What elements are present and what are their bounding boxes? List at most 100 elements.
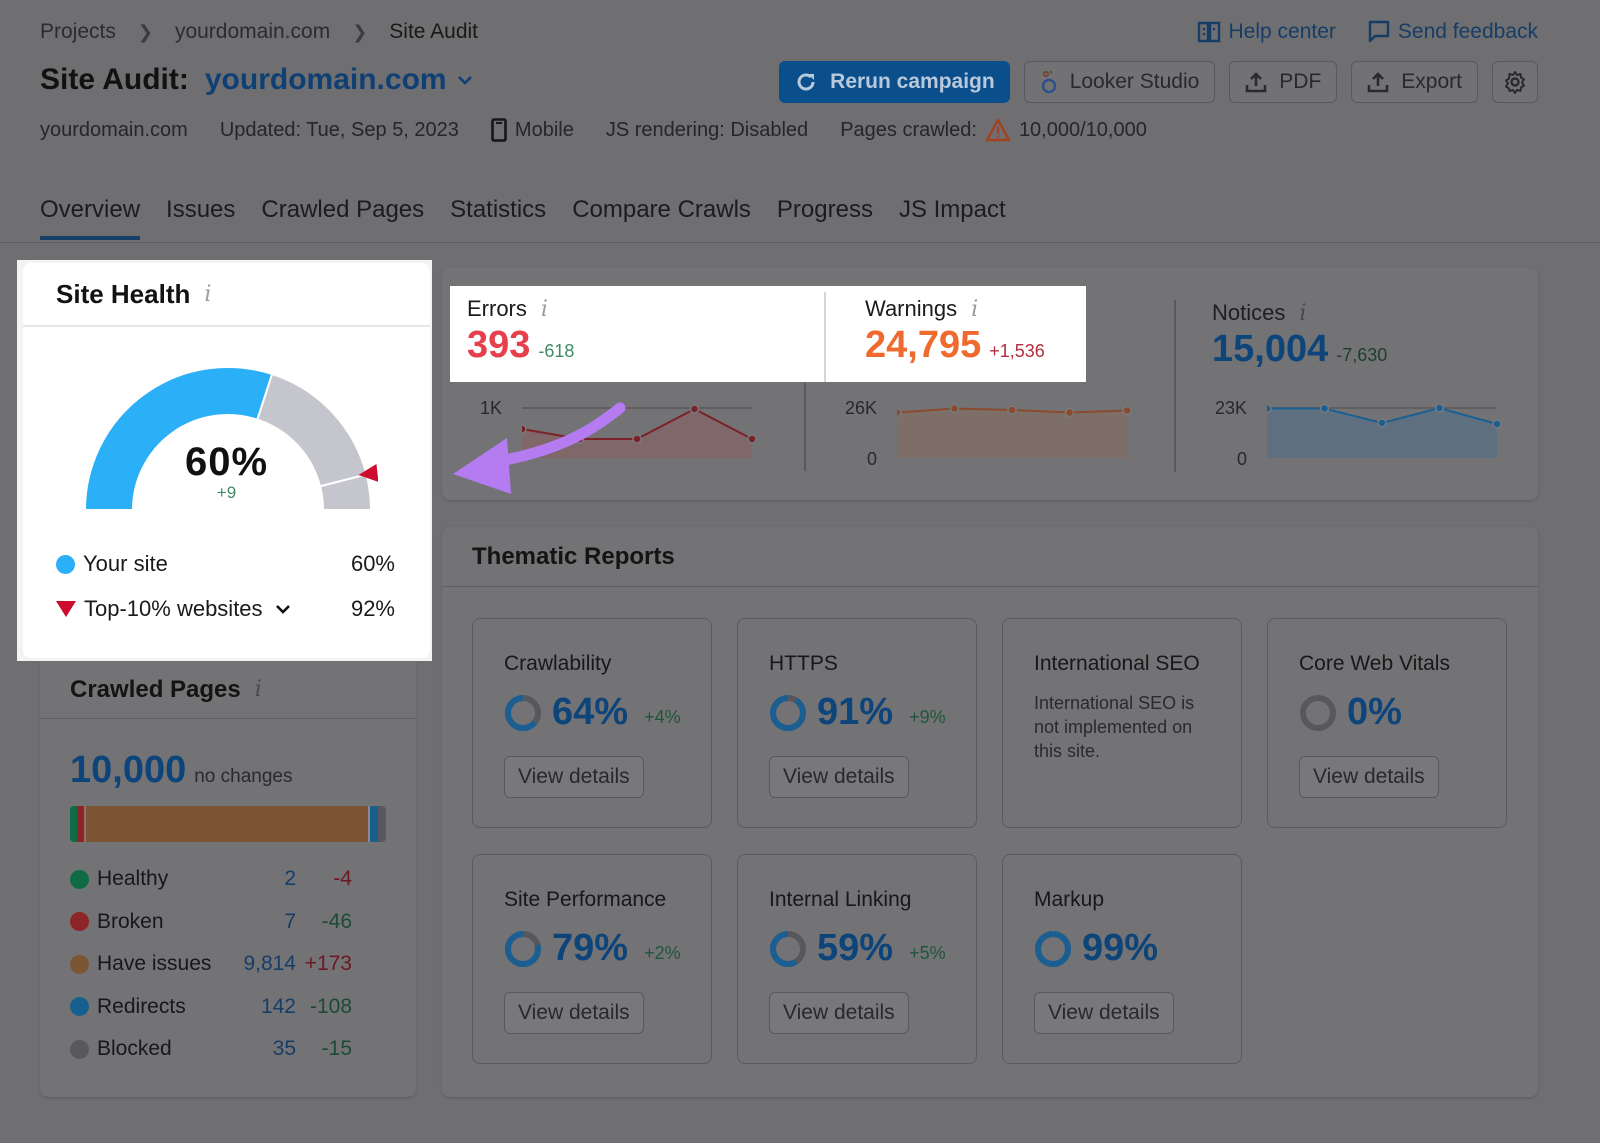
report-name: Markup — [1034, 888, 1105, 911]
settings-button[interactable] — [1492, 61, 1538, 103]
warnings-metric[interactable]: Warnings i 24,795 +1,536 — [865, 296, 1045, 367]
notices-sparkline-point[interactable] — [1434, 403, 1445, 413]
errors-delta: -618 — [538, 341, 575, 361]
bar-segment-healthy — [70, 806, 77, 842]
errors-metric[interactable]: Errors i 393 -618 — [467, 296, 574, 367]
export-button[interactable]: Export — [1351, 61, 1478, 103]
report-score-change: +2% — [644, 943, 681, 963]
row-label: Broken — [97, 909, 164, 933]
legend-label: Your site — [83, 551, 168, 576]
view-details-button[interactable]: View details — [769, 992, 909, 1034]
report-score-change: +9% — [909, 707, 946, 727]
warnings-sparkline-point[interactable] — [1064, 407, 1075, 418]
mobile-device-icon — [491, 118, 507, 142]
tab-bar: Overview Issues Crawled Pages Statistics… — [40, 196, 1006, 240]
legend-your-site: Your site 60% — [56, 551, 395, 577]
tabs-divider — [0, 242, 1600, 243]
tab-js-impact[interactable]: JS Impact — [899, 196, 1006, 238]
view-details-button[interactable]: View details — [504, 756, 644, 798]
status-dot-icon — [70, 869, 89, 889]
errors-sparkline-point[interactable] — [747, 434, 757, 444]
view-details-button[interactable]: View details — [1034, 992, 1174, 1034]
breadcrumb-projects[interactable]: Projects — [40, 20, 116, 44]
report-description: International SEO is not implemented on … — [1034, 693, 1195, 761]
tab-statistics[interactable]: Statistics — [450, 196, 546, 238]
view-details-button[interactable]: View details — [504, 992, 644, 1034]
legend-top10[interactable]: Top-10% websites 92% — [56, 596, 395, 622]
pdf-button[interactable]: PDF — [1229, 61, 1338, 103]
warnings-sparkline-point[interactable] — [949, 403, 960, 414]
warnings-sparkline-point[interactable] — [1122, 405, 1132, 416]
tab-issues[interactable]: Issues — [166, 196, 235, 238]
donut-progress-icon — [1300, 694, 1336, 731]
status-dot-icon — [70, 912, 89, 931]
bar-segment-have-issues — [86, 806, 368, 842]
report-score-value: 64% — [552, 691, 629, 733]
tab-crawled-pages[interactable]: Crawled Pages — [261, 196, 424, 238]
thematic-reports-card: Thematic Reports Crawlability 64% +4% View … — [442, 527, 1538, 1097]
pdf-label: PDF — [1279, 70, 1322, 93]
export-label: Export — [1401, 70, 1462, 93]
errors-sparkline-point[interactable] — [689, 404, 700, 414]
row-value: 2 — [284, 867, 296, 890]
rerun-campaign-label: Rerun campaign — [830, 70, 995, 93]
refresh-icon — [797, 73, 815, 91]
meta-pages-crawled: Pages crawled: 10,000/10,000 — [840, 118, 1147, 142]
help-center-label: Help center — [1228, 20, 1336, 43]
breadcrumb: Projects ❯ yourdomain.com ❯ Site Audit — [40, 20, 478, 44]
warnings-axis-top: 26K — [844, 398, 877, 418]
chevron-down-icon[interactable] — [275, 603, 291, 615]
notices-sparkline-point[interactable] — [1377, 418, 1387, 428]
toolbar: Rerun campaign Looker Studio PDF Export — [779, 61, 1538, 103]
notices-metric[interactable]: Notices i 15,004 -7,630 — [1212, 300, 1387, 371]
upload-icon — [1245, 72, 1267, 93]
meta-domain: yourdomain.com — [40, 118, 188, 141]
pages-crawled-value: 10,000/10,000 — [1018, 118, 1147, 141]
crawled-pages-row[interactable]: Healthy 2 -4 — [70, 867, 352, 891]
help-center-link[interactable]: Help center — [1197, 20, 1336, 44]
domain-selector[interactable]: yourdomain.com — [205, 63, 473, 97]
rerun-campaign-button[interactable]: Rerun campaign — [779, 61, 1010, 103]
notices-sparkline[interactable] — [1267, 396, 1507, 466]
notices-label: Notices — [1212, 300, 1286, 325]
info-icon: i — [254, 677, 262, 702]
warnings-sparkline[interactable] — [897, 396, 1137, 466]
notices-sparkline-area — [1267, 408, 1497, 458]
crawled-pages-bar[interactable] — [70, 806, 386, 842]
info-icon[interactable]: i — [204, 282, 211, 307]
tab-compare-crawls[interactable]: Compare Crawls — [572, 196, 751, 238]
status-dot-icon — [70, 997, 89, 1016]
status-dot-icon — [70, 954, 89, 974]
tab-overview[interactable]: Overview — [40, 196, 141, 240]
crawled-pages-row[interactable]: Broken 7 -46 — [70, 910, 352, 934]
report-score: 99% — [1034, 927, 1158, 970]
meta-device: Mobile — [491, 118, 574, 142]
notices-sparkline-point[interactable] — [1319, 403, 1330, 414]
warnings-sparkline-point[interactable] — [897, 407, 902, 418]
crawled-pages-row[interactable]: Have issues 9,814 +173 — [70, 952, 352, 976]
donut-progress-icon — [505, 694, 541, 731]
report-name: Crawlability — [504, 652, 612, 675]
notices-sparkline-point[interactable] — [1267, 403, 1272, 414]
report-score-value: 79% — [552, 927, 629, 969]
send-feedback-link[interactable]: Send feedback — [1368, 20, 1538, 44]
notices-sparkline-point[interactable] — [1492, 419, 1502, 429]
notices-count: 15,004 — [1212, 328, 1329, 370]
view-details-button[interactable]: View details — [1299, 756, 1439, 798]
tab-progress[interactable]: Progress — [777, 196, 873, 238]
crawled-pages-row[interactable]: Blocked 35 -15 — [70, 1037, 352, 1061]
thematic-report-crawlability: Crawlability 64% +4% View details — [472, 618, 712, 828]
view-details-button[interactable]: View details — [769, 756, 909, 798]
crawled-total[interactable]: 10,000 no changes — [70, 749, 292, 792]
looker-studio-button[interactable]: Looker Studio — [1023, 61, 1216, 103]
breadcrumb-domain[interactable]: yourdomain.com — [175, 20, 330, 44]
crawled-pages-row[interactable]: Redirects 142 -108 — [70, 995, 352, 1019]
donut-progress-icon — [770, 930, 806, 967]
warnings-sparkline-point[interactable] — [1007, 405, 1017, 415]
donut-progress-icon — [770, 694, 806, 731]
warnings-count: 24,795 — [865, 324, 982, 366]
errors-label: Errors — [467, 296, 527, 321]
book-icon — [1197, 21, 1220, 43]
divider — [804, 383, 806, 471]
chat-bubble-icon — [1368, 20, 1390, 43]
